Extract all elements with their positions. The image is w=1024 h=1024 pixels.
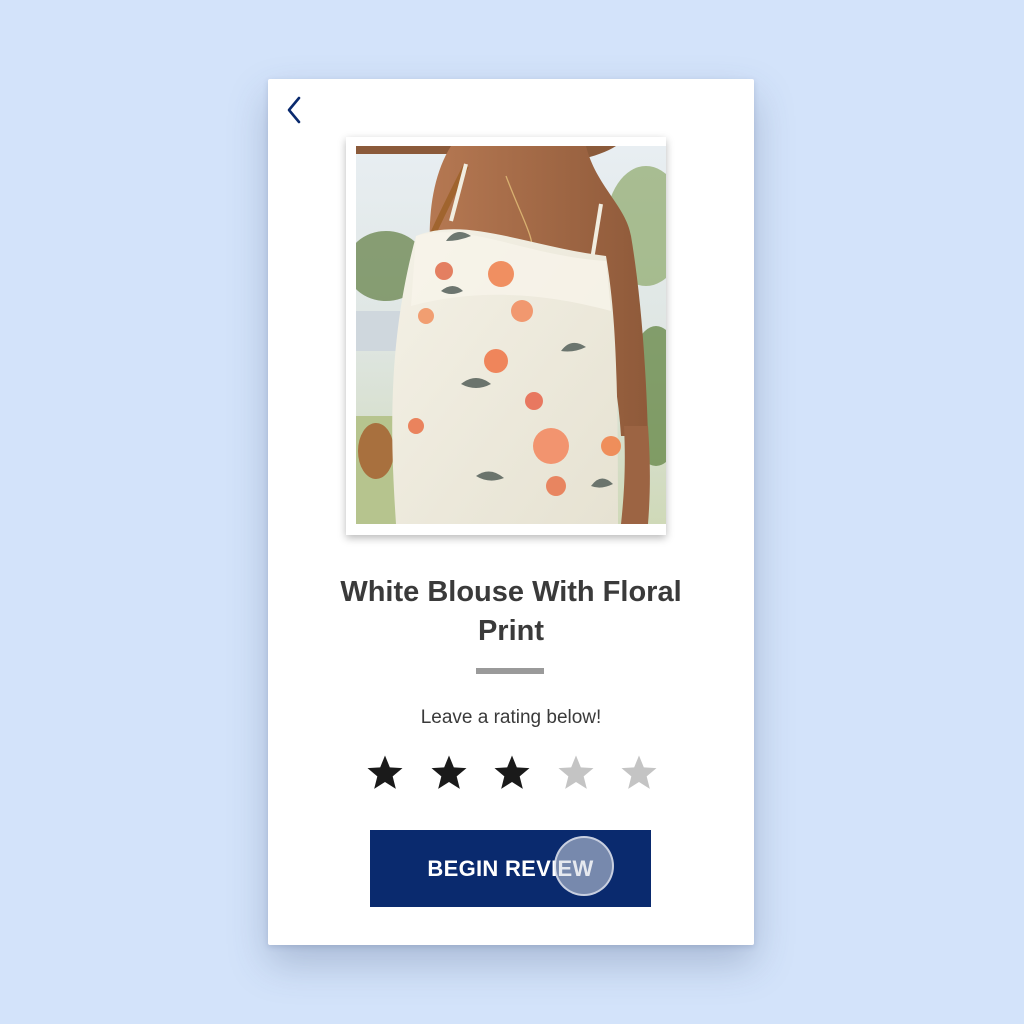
product-photo (356, 146, 666, 524)
begin-review-button[interactable]: BEGIN REVIEW (370, 830, 651, 907)
star-5[interactable] (616, 750, 662, 796)
star-icon (367, 755, 403, 789)
app-canvas: White Blouse With Floral Print Leave a r… (0, 0, 1024, 1024)
star-icon (494, 755, 530, 789)
star-3[interactable] (489, 750, 535, 796)
star-icon (558, 755, 593, 789)
star-rating[interactable] (362, 750, 662, 796)
star-2[interactable] (426, 750, 472, 796)
star-4[interactable] (553, 750, 599, 796)
star-icon (431, 755, 466, 789)
title-divider (476, 668, 544, 674)
product-title: White Blouse With Floral Print (340, 576, 682, 647)
rating-prompt: Leave a rating below! (420, 707, 602, 728)
star-icon (621, 755, 657, 789)
back-button[interactable] (280, 93, 308, 127)
product-photo-frame (346, 137, 666, 535)
chevron-left-icon (287, 96, 301, 124)
begin-review-label: BEGIN REVIEW (427, 855, 594, 881)
star-1[interactable] (362, 750, 408, 796)
review-screen: White Blouse With Floral Print Leave a r… (268, 79, 754, 945)
